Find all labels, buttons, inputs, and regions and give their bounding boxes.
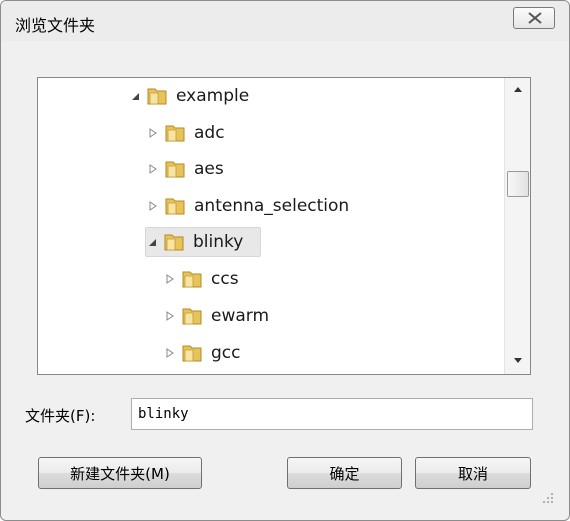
collapsed-arrow-icon[interactable] — [147, 127, 159, 139]
new-folder-button[interactable]: 新建文件夹(M) — [38, 457, 202, 489]
tree-node-label: ewarm — [211, 306, 270, 326]
tree-node-label: blinky — [193, 232, 244, 252]
expanded-arrow-icon[interactable] — [129, 90, 141, 102]
tree-node-aes[interactable]: aes — [147, 154, 224, 184]
tree-node-example[interactable]: example — [129, 81, 249, 111]
folder-icon — [165, 161, 185, 178]
cancel-button[interactable]: 取消 — [415, 457, 531, 489]
scroll-up-arrow-icon[interactable] — [513, 85, 523, 93]
close-icon — [528, 12, 542, 24]
tree-node-gcc[interactable]: gcc — [164, 338, 240, 368]
close-button[interactable] — [513, 7, 555, 29]
tree-node-label: antenna_selection — [194, 196, 350, 216]
folder-icon — [182, 308, 202, 325]
folder-name-input[interactable] — [131, 398, 533, 430]
collapsed-arrow-icon[interactable] — [164, 310, 176, 322]
tree-node-ewarm[interactable]: ewarm — [164, 301, 269, 331]
tree-node-label: gcc — [211, 343, 241, 363]
expanded-arrow-icon[interactable] — [146, 236, 158, 248]
vertical-scrollbar[interactable] — [504, 78, 530, 374]
ok-button[interactable]: 确定 — [287, 457, 402, 489]
tree-node-label: aes — [194, 159, 224, 179]
scrollbar-thumb[interactable] — [507, 171, 529, 197]
folder-icon — [147, 88, 167, 105]
tree-node-adc[interactable]: adc — [147, 118, 225, 148]
tree-node-blinky[interactable]: blinky — [145, 227, 261, 257]
tree-node-label: example — [176, 86, 250, 106]
folder-icon — [182, 271, 202, 288]
folder-tree[interactable] — [37, 77, 531, 375]
title-bar: 浏览文件夹 — [1, 1, 569, 41]
folder-icon — [165, 125, 185, 142]
collapsed-arrow-icon[interactable] — [147, 200, 159, 212]
tree-node-ccs[interactable]: ccs — [164, 264, 239, 294]
scroll-down-arrow-icon[interactable] — [513, 357, 523, 365]
folder-field-label: 文件夹(F): — [25, 407, 96, 425]
resize-grip-icon[interactable] — [541, 491, 555, 505]
tree-node-antenna-selection[interactable]: antenna_selection — [147, 191, 349, 221]
tree-node-label: ccs — [211, 269, 239, 289]
folder-icon — [182, 345, 202, 362]
folder-icon — [164, 234, 184, 251]
collapsed-arrow-icon[interactable] — [164, 273, 176, 285]
dialog-title: 浏览文件夹 — [15, 16, 96, 35]
collapsed-arrow-icon[interactable] — [164, 347, 176, 359]
collapsed-arrow-icon[interactable] — [147, 163, 159, 175]
folder-icon — [165, 198, 185, 215]
tree-node-label: adc — [194, 123, 225, 143]
browse-folder-dialog: 浏览文件夹 example adc aes antenna_selection … — [0, 0, 570, 521]
